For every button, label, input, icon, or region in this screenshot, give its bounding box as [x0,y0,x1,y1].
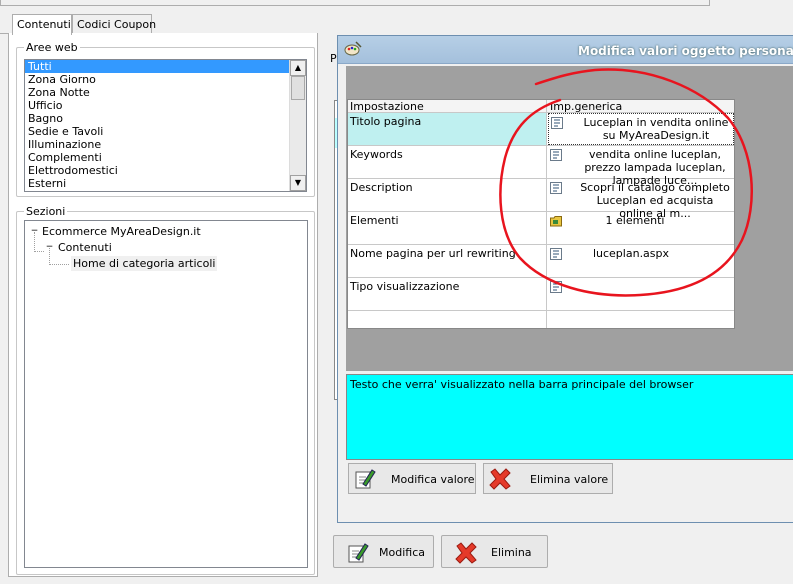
elimina-label: Elimina [491,546,532,559]
modifica-valori-dialog: Modifica valori oggetto personalizz Impo… [337,35,793,523]
grid-header-row: Impostazione Imp.generica [348,100,734,113]
description-text: Testo che verra' visualizzato nella barr… [350,378,694,391]
property-name: Titolo pagina [350,115,422,128]
list-item[interactable]: Illuminazione [25,138,306,151]
table-row[interactable]: Nome pagina per url rewriting luceplan.a… [348,245,734,278]
tree-node-home-categoria[interactable]: Home di categoria articoli [71,256,218,271]
list-item[interactable]: Complementi [25,151,306,164]
list-item[interactable]: Tutti [25,60,306,73]
list-item[interactable]: Bagno [25,112,306,125]
table-row[interactable]: Titolo pagina Luceplan in vendita online… [348,113,734,146]
delete-x-icon [455,542,477,564]
aree-web-scrollbar[interactable]: ▲ ▼ [289,60,306,191]
tab-contenuti-label: Contenuti [17,18,71,31]
list-item[interactable]: Zona Giorno [25,73,306,86]
modifica-valore-label: Modifica valore [391,473,475,486]
table-cell: Description [348,179,547,211]
partial-label: P [330,52,337,65]
collapse-icon[interactable]: − [45,243,54,252]
table-cell[interactable]: luceplan.aspx [548,245,734,277]
text-icon [550,182,562,194]
list-item[interactable]: Sedie e Tavoli [25,125,306,138]
list-item[interactable]: Ufficio [25,99,306,112]
table-cell[interactable]: vendita online luceplan, prezzo lampada … [548,146,734,187]
modifica-label: Modifica [379,546,425,559]
elimina-valore-button[interactable]: Elimina valore [483,463,613,494]
palette-icon [344,41,362,56]
tree-connector [34,251,44,252]
property-name: Description [350,181,413,194]
property-name: Keywords [350,148,403,161]
grid-header-impostazione: Impostazione [350,100,424,113]
table-row[interactable]: Keywords vendita online luceplan, prezzo… [348,146,734,187]
table-cell: Elementi [348,212,547,244]
scroll-down-icon[interactable]: ▼ [290,175,306,191]
list-item[interactable]: Esterni [25,177,306,190]
edit-pencil-icon [348,543,369,563]
top-frame-edge [0,0,710,6]
table-row[interactable]: Tipo visualizzazione [348,278,734,311]
property-value: Luceplan in vendita online su MyAreaDesi… [583,116,729,142]
table-cell[interactable]: 1 elementi [548,212,734,244]
modifica-button[interactable]: Modifica [333,535,434,568]
table-cell [348,311,547,328]
elimina-button[interactable]: Elimina [441,535,548,568]
edit-pencil-icon [355,469,376,489]
list-item[interactable]: Elettrodomestici [25,164,306,177]
tab-codici-coupon[interactable]: Codici Coupon [72,14,156,34]
table-cell: Nome pagina per url rewriting [348,245,547,277]
grid-header-cell: Imp.generica [548,100,734,113]
table-cell: Titolo pagina [348,113,547,145]
table-cell[interactable] [548,278,734,310]
modifica-valore-button[interactable]: Modifica valore [348,463,476,494]
table-cell: Keywords [348,146,547,178]
list-item[interactable]: Zona Notte [25,86,306,99]
table-cell [548,311,734,328]
aree-web-listbox[interactable]: Tutti Zona Giorno Zona Notte Ufficio Bag… [24,59,307,192]
table-cell[interactable]: Luceplan in vendita online su MyAreaDesi… [548,113,734,145]
table-row[interactable]: Elementi 1 elementi [348,212,734,245]
aree-web-legend: Aree web [24,41,80,54]
property-name: Nome pagina per url rewriting [350,247,516,260]
dialog-title: Modifica valori oggetto personalizz [578,44,793,58]
scroll-thumb[interactable] [291,76,305,100]
property-grid[interactable]: Impostazione Imp.generica Titolo pagina … [347,99,735,329]
grid-header-cell: Impostazione [348,100,547,113]
tree-connector [49,264,69,265]
sezioni-legend: Sezioni [24,205,68,218]
tree-node-contenuti[interactable]: Contenuti [58,241,112,254]
property-value: luceplan.aspx [592,247,670,260]
tab-codici-coupon-label: Codici Coupon [77,18,157,31]
collapse-icon[interactable]: − [30,227,39,236]
text-icon [551,117,563,129]
tree-node-root[interactable]: Ecommerce MyAreaDesign.it [42,225,201,238]
table-cell: Tipo visualizzazione [348,278,547,310]
table-row[interactable]: Description Scopri il catalogo completo … [348,179,734,220]
property-name: Elementi [350,214,399,227]
elimina-valore-label: Elimina valore [530,473,609,486]
grid-header-imp-generica: Imp.generica [550,100,623,113]
description-box: Testo che verra' visualizzato nella barr… [346,374,793,460]
text-icon [550,149,562,161]
dialog-grid-area: Impostazione Imp.generica Titolo pagina … [346,66,793,371]
dialog-title-bar[interactable]: Modifica valori oggetto personalizz [338,36,793,64]
tab-contenuti[interactable]: Contenuti [12,14,72,35]
delete-x-icon [489,468,511,490]
table-cell[interactable]: Scopri il catalogo completo Luceplan ed … [548,179,734,220]
scroll-up-icon[interactable]: ▲ [290,60,306,76]
property-name: Tipo visualizzazione [350,280,460,293]
sezioni-tree[interactable]: − Ecommerce MyAreaDesign.it − Contenuti … [24,220,308,568]
property-value: 1 elementi [605,214,665,227]
table-row[interactable] [348,311,734,328]
text-icon [550,281,562,293]
